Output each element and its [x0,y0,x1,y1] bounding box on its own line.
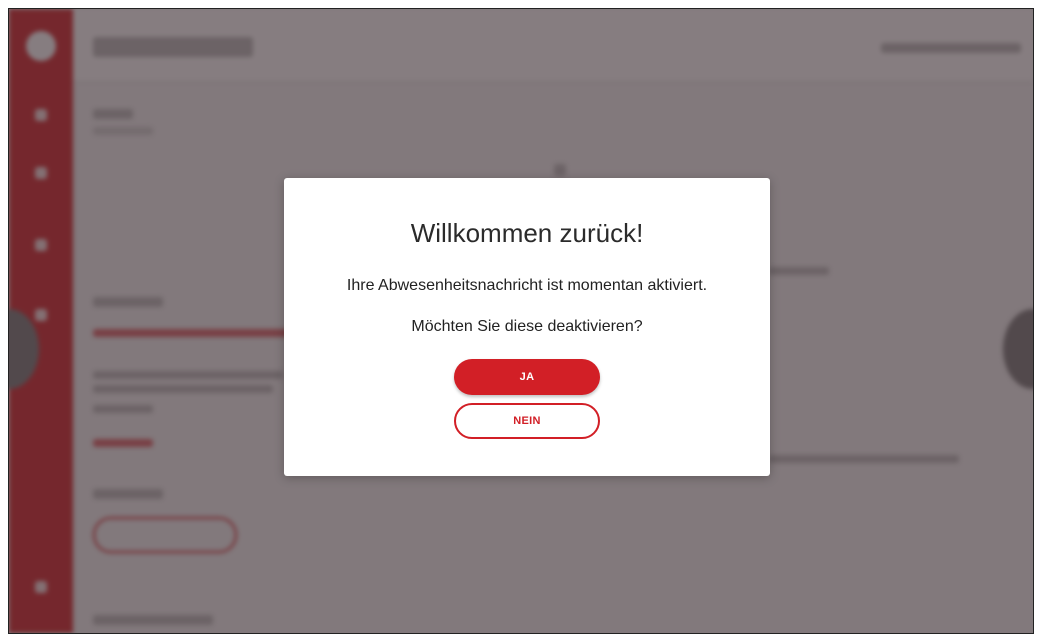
app-window: Willkommen zurück! Ihre Abwesenheitsnach… [8,8,1034,634]
no-button[interactable]: NEIN [454,403,600,439]
welcome-back-dialog: Willkommen zurück! Ihre Abwesenheitsnach… [284,178,770,476]
dialog-message: Ihre Abwesenheitsnachricht ist momentan … [346,277,708,294]
yes-button[interactable]: JA [454,359,600,395]
dialog-question: Möchten Sie diese deaktivieren? [411,318,643,335]
dialog-title: Willkommen zurück! [410,218,644,248]
